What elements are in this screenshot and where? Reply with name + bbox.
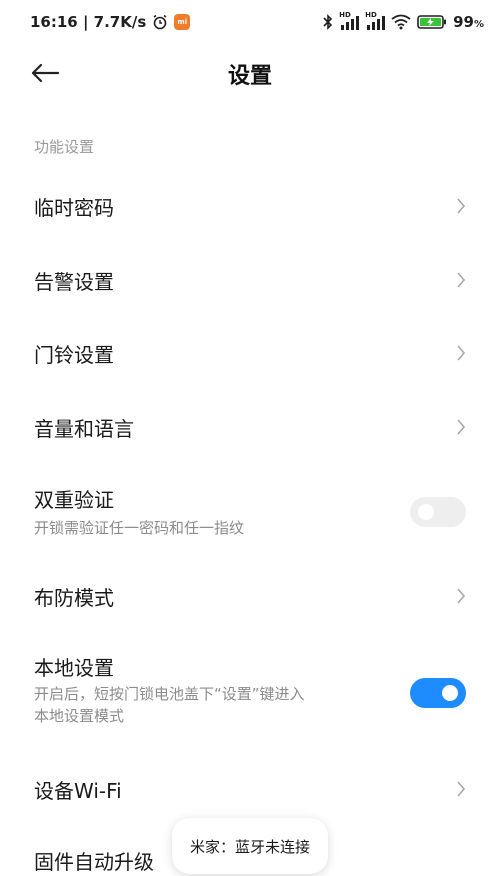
chevron-right-icon bbox=[456, 419, 466, 435]
page-title: 设置 bbox=[227, 64, 272, 89]
alarm-clock-icon bbox=[152, 14, 168, 30]
row-title: 布防模式 bbox=[34, 585, 114, 610]
settings-row-doorbell[interactable]: 门铃设置 bbox=[0, 327, 500, 379]
status-right: HD HD 99% bbox=[323, 11, 484, 31]
toggle-knob bbox=[442, 685, 458, 701]
status-bar: 16:16 | 7.7K/s mi HD HD 99% bbox=[0, 0, 500, 44]
chevron-right-icon bbox=[456, 272, 466, 288]
row-title: 设备Wi-Fi bbox=[34, 778, 122, 803]
row-title: 临时密码 bbox=[34, 195, 114, 220]
hd-label: HD bbox=[339, 11, 351, 19]
chevron-right-icon bbox=[456, 588, 466, 604]
local-settings-toggle[interactable] bbox=[410, 678, 466, 708]
signal-icon: HD bbox=[365, 11, 386, 30]
row-subtitle-line: 本地设置模式 bbox=[34, 707, 125, 725]
row-subtitle: 开启后，短按门锁电池盖下“设置”键进入 本地设置模式 bbox=[34, 683, 466, 727]
row-title: 音量和语言 bbox=[34, 416, 134, 441]
status-left: 16:16 | 7.7K/s mi bbox=[30, 13, 191, 31]
settings-row-local-settings: 本地设置 开启后，短按门锁电池盖下“设置”键进入 本地设置模式 bbox=[0, 652, 500, 734]
chevron-right-icon bbox=[456, 198, 466, 214]
settings-row-device-wifi[interactable]: 设备Wi-Fi bbox=[0, 763, 500, 815]
row-title: 门铃设置 bbox=[34, 342, 114, 367]
bluetooth-icon bbox=[323, 14, 333, 30]
chevron-right-icon bbox=[456, 781, 466, 797]
settings-row-two-factor: 双重验证 开锁需验证任一密码和任一指纹 bbox=[0, 484, 500, 540]
chevron-right-icon bbox=[456, 345, 466, 361]
section-label: 功能设置 bbox=[34, 138, 95, 156]
toast-text: 米家：蓝牙未连接 bbox=[189, 838, 310, 856]
settings-row-alarm[interactable]: 告警设置 bbox=[0, 254, 500, 306]
battery-charging-icon bbox=[417, 14, 447, 30]
hd-label: HD bbox=[365, 11, 377, 19]
signal-icon: HD bbox=[339, 11, 360, 30]
row-subtitle-line: 开启后，短按门锁电池盖下“设置”键进入 bbox=[34, 685, 305, 703]
settings-row-arm-mode[interactable]: 布防模式 bbox=[0, 570, 500, 622]
mi-app-icon: mi bbox=[174, 14, 191, 30]
wifi-icon bbox=[391, 14, 411, 30]
row-title: 固件自动升级 bbox=[34, 850, 154, 874]
row-title: 本地设置 bbox=[34, 656, 114, 680]
row-subtitle: 开锁需验证任一密码和任一指纹 bbox=[34, 519, 245, 537]
settings-row-volume-language[interactable]: 音量和语言 bbox=[0, 401, 500, 453]
settings-row-temp-password[interactable]: 临时密码 bbox=[0, 180, 500, 232]
row-title: 告警设置 bbox=[34, 269, 114, 294]
battery-percent: 99% bbox=[453, 13, 484, 31]
header: 设置 bbox=[0, 44, 500, 106]
time-speed-text: 16:16 | 7.7K/s bbox=[30, 13, 147, 31]
row-title: 双重验证 bbox=[34, 488, 114, 512]
toggle-knob bbox=[418, 504, 434, 520]
two-factor-toggle[interactable] bbox=[410, 497, 466, 527]
